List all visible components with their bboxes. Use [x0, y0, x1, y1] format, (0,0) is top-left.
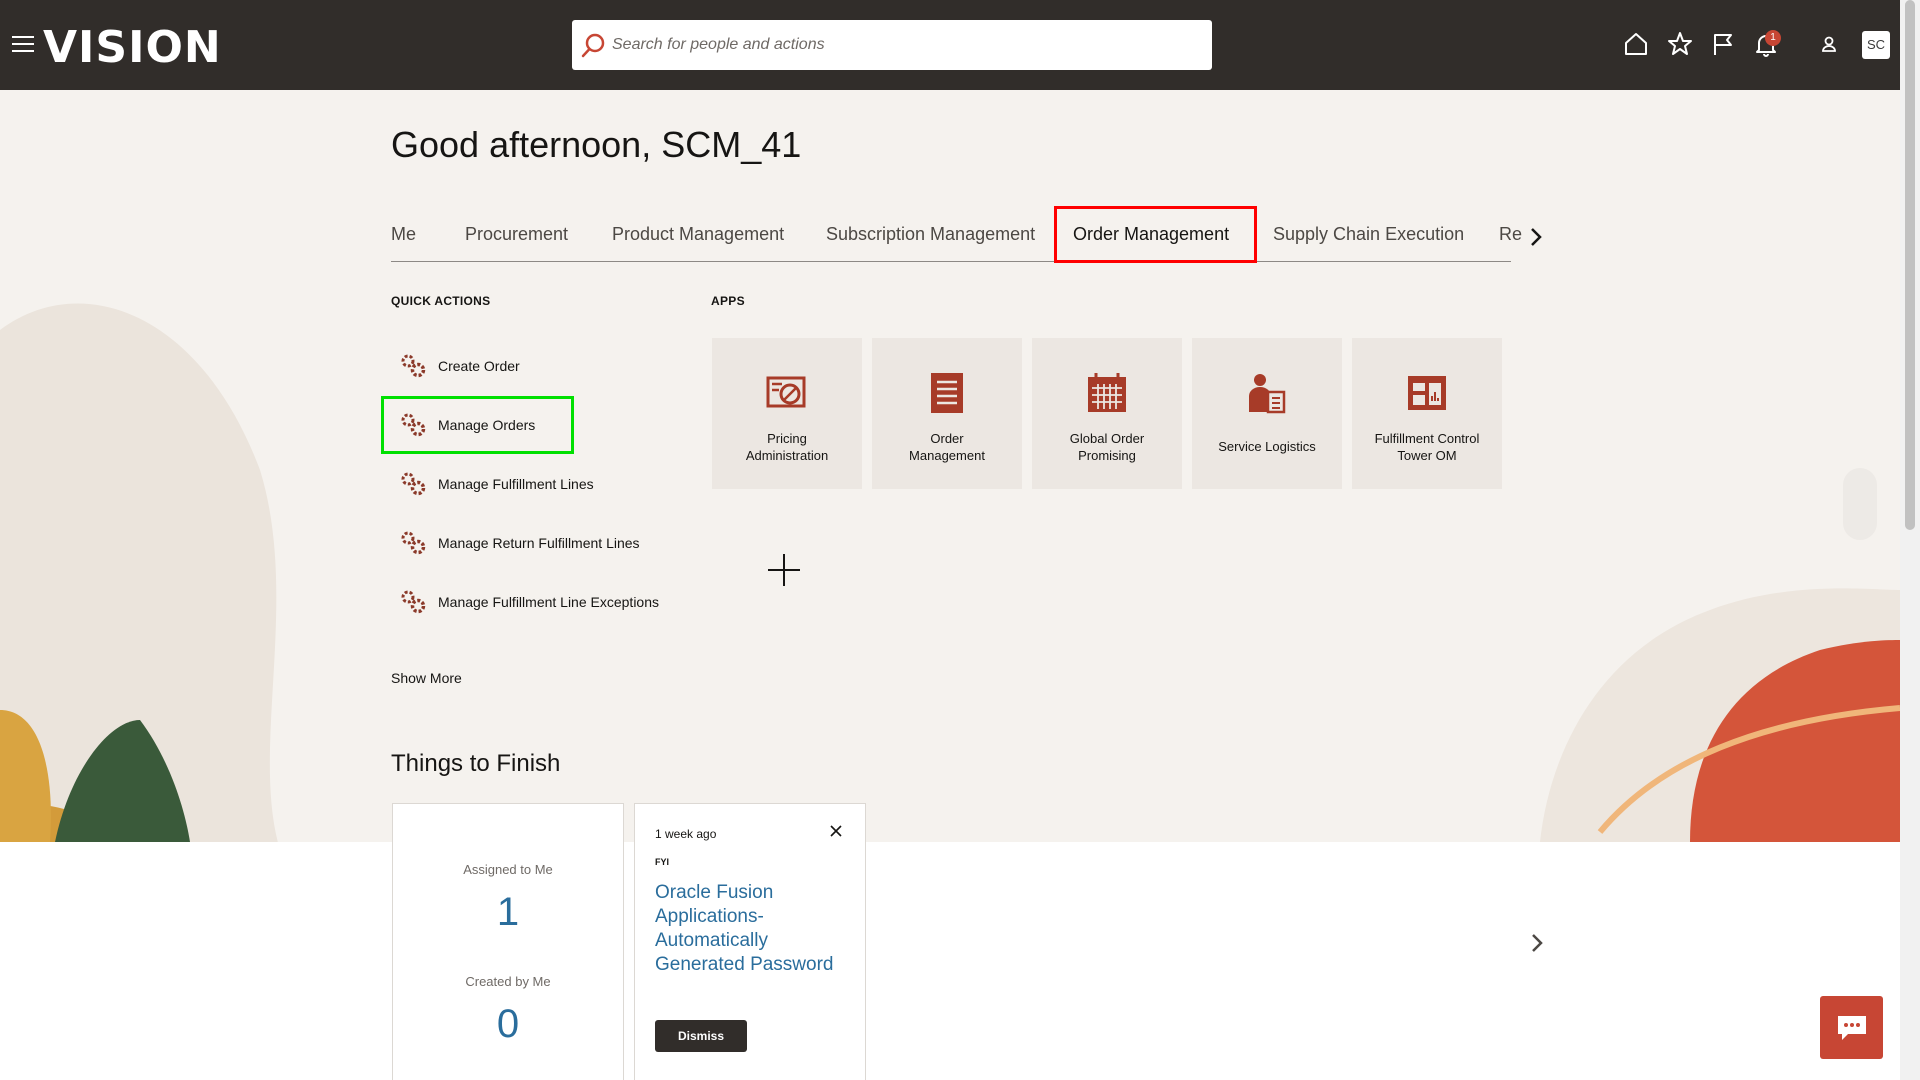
app-pricing-administration[interactable]: Pricing Administration	[712, 338, 862, 489]
chevron-right-icon[interactable]	[1530, 932, 1544, 954]
assigned-to-me-label: Assigned to Me	[463, 862, 553, 877]
task-counts-card: Assigned to Me 1 Created by Me 0	[392, 803, 624, 1080]
notification-time: 1 week ago	[655, 827, 717, 841]
watchlist-flag-icon[interactable]	[1709, 30, 1737, 58]
add-app-plus-icon[interactable]	[766, 552, 802, 588]
app-label: Global Order Promising	[1069, 431, 1145, 463]
chat-button[interactable]	[1820, 996, 1883, 1059]
decorative-leaves-bottom-left	[0, 710, 190, 842]
decorative-shapes-right	[1540, 588, 1900, 842]
gears-icon	[401, 472, 426, 496]
user-avatar[interactable]: SC	[1862, 31, 1890, 59]
quick-action-manage-return-fulfillment-lines[interactable]: Manage Return Fulfillment Lines	[398, 523, 640, 563]
selected-tab-highlight	[1054, 206, 1257, 263]
things-to-finish-heading: Things to Finish	[391, 750, 561, 777]
show-more-link[interactable]: Show More	[391, 670, 462, 686]
app-label: Service Logistics	[1218, 439, 1316, 454]
quick-action-create-order[interactable]: Create Order	[398, 346, 520, 386]
tab-subscription-management[interactable]: Subscription Management	[826, 224, 1035, 245]
app-service-logistics[interactable]: Service Logistics	[1192, 338, 1342, 489]
quick-action-label: Manage Fulfillment Lines	[438, 476, 594, 492]
global-search[interactable]	[572, 20, 1212, 70]
springboard-tabs: Me Procurement Product Management Subscr…	[391, 210, 1522, 262]
gears-icon	[401, 531, 426, 555]
search-input[interactable]	[612, 20, 1202, 70]
notification-count-badge: 1	[1765, 30, 1781, 46]
document-list-icon	[931, 373, 963, 413]
quick-action-manage-fulfillment-line-exceptions[interactable]: Manage Fulfillment Line Exceptions	[398, 582, 659, 622]
assigned-to-me-count[interactable]: 1	[393, 890, 623, 935]
notification-tag: FYI	[655, 857, 670, 867]
side-tools-panel[interactable]	[1843, 468, 1877, 540]
home-icon[interactable]	[1622, 30, 1650, 58]
vision-logo[interactable]: VISION	[43, 20, 222, 76]
created-by-me-label: Created by Me	[465, 974, 551, 989]
app-order-management[interactable]: Order Management	[872, 338, 1022, 489]
chat-bubble-icon	[1838, 1016, 1866, 1040]
tab-re-truncated[interactable]: Re	[1499, 224, 1522, 245]
quick-actions-heading: QUICK ACTIONS	[391, 294, 491, 308]
dismiss-button[interactable]: Dismiss	[655, 1020, 747, 1052]
app-label: Pricing Administration	[745, 431, 829, 463]
created-by-me-count[interactable]: 0	[393, 1002, 623, 1047]
app-label: Order Management	[909, 431, 985, 463]
tab-product-management[interactable]: Product Management	[612, 224, 784, 245]
favorites-star-icon[interactable]	[1666, 30, 1694, 58]
app-global-order-promising[interactable]: Global Order Promising	[1032, 338, 1182, 489]
global-header: VISION 1 SC	[0, 0, 1900, 90]
search-icon	[581, 33, 605, 58]
page-scrollbar-thumb[interactable]	[1905, 0, 1915, 530]
apps-heading: APPS	[711, 294, 745, 308]
chevron-right-icon[interactable]	[1529, 226, 1543, 248]
tab-me[interactable]: Me	[391, 224, 416, 245]
quick-action-label: Create Order	[438, 358, 520, 374]
manage-orders-highlight	[381, 396, 574, 454]
user-icon[interactable]	[1815, 30, 1843, 58]
app-fulfillment-control-tower-om[interactable]: Fulfillment Control Tower OM	[1352, 338, 1502, 489]
tab-procurement[interactable]: Procurement	[465, 224, 568, 245]
notification-card: 1 week ago FYI Oracle Fusion Application…	[634, 803, 866, 1080]
notification-title-link[interactable]: Oracle Fusion Applications-Automatically…	[655, 881, 855, 977]
calendar-icon	[1088, 373, 1126, 412]
quick-action-label: Manage Return Fulfillment Lines	[438, 535, 640, 551]
gears-icon	[401, 590, 426, 614]
close-icon[interactable]	[829, 824, 843, 838]
dashboard-icon	[1408, 376, 1446, 410]
gears-icon	[401, 354, 426, 378]
tab-supply-chain-execution[interactable]: Supply Chain Execution	[1273, 224, 1464, 245]
quick-action-label: Manage Fulfillment Line Exceptions	[438, 594, 660, 610]
person-document-icon	[1249, 374, 1286, 414]
pricing-icon	[766, 376, 806, 408]
navigator-menu-icon[interactable]	[12, 36, 34, 56]
app-label: Fulfillment Control Tower OM	[1374, 431, 1480, 463]
greeting-title: Good afternoon, SCM_41	[391, 124, 802, 165]
quick-action-manage-fulfillment-lines[interactable]: Manage Fulfillment Lines	[398, 464, 594, 504]
